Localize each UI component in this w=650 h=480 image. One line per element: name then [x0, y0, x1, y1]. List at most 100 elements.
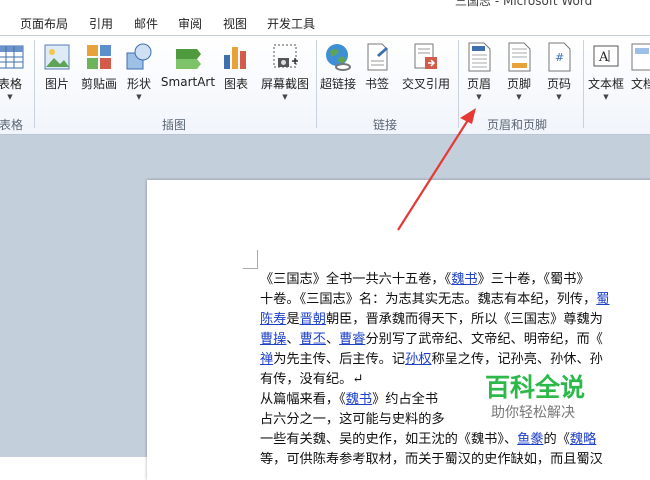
text-run: 、 — [325, 332, 340, 347]
smartart-button[interactable]: SmartArt — [159, 38, 217, 110]
hyperlink[interactable]: 魏略 — [570, 432, 596, 447]
hyperlink[interactable]: 禅 — [260, 352, 273, 367]
page-number-label: 页码 — [546, 77, 571, 91]
text-run: 有传，没有纪。↵ — [260, 372, 364, 387]
table-icon — [0, 45, 24, 69]
chevron-down-icon: ▼ — [282, 93, 288, 101]
group-label-tables: 表格 — [0, 118, 24, 132]
document-line: 十卷。《三国志》名：为志其实无志。魏志有本纪，列传，蜀 — [260, 290, 650, 310]
hyperlink[interactable]: 魏书 — [346, 392, 372, 407]
hyperlink[interactable]: 陈寿 — [260, 312, 286, 327]
text-run: 占六分之一，这可能与史料的多 — [260, 412, 445, 427]
crossref-button[interactable]: 交叉引用 — [398, 38, 454, 110]
textbox-button[interactable]: A 文本框 ▼ — [586, 38, 626, 110]
screenshot-icon — [273, 44, 298, 68]
text-run: 》三十卷，《蜀书》 — [477, 272, 590, 287]
hyperlink[interactable]: 鱼豢 — [517, 432, 543, 447]
text-run: 为先主传、后主传。记 — [273, 352, 406, 367]
hyperlink[interactable]: 曹操 — [260, 332, 286, 347]
watermark-logo: 百科全说 助你轻松解决 — [477, 368, 617, 426]
chevron-down-icon: ▼ — [7, 93, 13, 101]
chart-button[interactable]: 图表 — [220, 38, 252, 110]
screenshot-button[interactable]: 屏幕截图 ▼ — [256, 38, 314, 110]
menu-review[interactable]: 审阅 — [178, 15, 202, 32]
footer-button[interactable]: 页脚 ▼ — [502, 38, 536, 110]
chevron-down-icon: ▼ — [603, 93, 609, 101]
textbox-label: 文本框 — [587, 77, 624, 91]
hyperlink[interactable]: 魏书 — [451, 272, 477, 287]
crossref-label: 交叉引用 — [401, 77, 450, 91]
group-label-header-footer: 页眉和页脚 — [487, 118, 548, 132]
document-line: 一些有关魏、吴的史作，如王沈的《魏书》、鱼豢的《魏略 — [260, 430, 650, 450]
footer-icon — [508, 42, 531, 72]
chart-label: 图表 — [223, 77, 248, 91]
menu-view[interactable]: 视图 — [223, 15, 247, 32]
text-run: 从篇幅来看，《 — [260, 392, 346, 407]
document-line: 曹操、曹丕、曹睿分别写了武帝纪、文帝纪、明帝纪，而《 — [260, 330, 650, 350]
picture-label: 图片 — [44, 77, 69, 91]
smartart-label: SmartArt — [160, 75, 216, 89]
group-separator — [316, 40, 317, 128]
document-line: 《三国志》全书一共六十五卷，《魏书》三十卷，《蜀书》 — [260, 270, 650, 290]
header-label: 页眉 — [466, 77, 491, 91]
svg-text:#: # — [555, 51, 564, 64]
group-separator — [583, 40, 584, 128]
text-run: 的《 — [543, 432, 570, 447]
text-run: 等，可供陈寿参考取材，而关于蜀汉的史作缺如，而且蜀汉 — [260, 452, 603, 467]
menu-mailings[interactable]: 邮件 — [134, 15, 158, 32]
hyperlink[interactable]: 曹睿 — [339, 332, 365, 347]
group-label-links: 链接 — [373, 118, 398, 132]
shapes-button[interactable]: 形状 ▼ — [123, 38, 155, 110]
header-icon — [468, 42, 491, 72]
hyperlink[interactable]: 曹丕 — [300, 332, 326, 347]
text-run: 》约占全书 — [372, 392, 439, 407]
shapes-icon — [126, 43, 152, 70]
page-number-icon: # — [548, 42, 571, 72]
menu-bar: 页面布局 引用 邮件 审阅 视图 开发工具 — [0, 8, 650, 36]
header-button[interactable]: 页眉 ▼ — [462, 38, 496, 110]
clipart-label: 剪贴画 — [80, 77, 117, 91]
hyperlink[interactable]: 晋朝 — [300, 312, 326, 327]
menu-developer[interactable]: 开发工具 — [267, 15, 315, 32]
document-line: 陈寿是晋朝朝臣，晋承魏而得天下，所以《三国志》尊魏为 — [260, 310, 650, 330]
svg-text:A: A — [598, 50, 609, 65]
bookmark-button[interactable]: 书签 — [362, 38, 392, 110]
menu-references[interactable]: 引用 — [89, 15, 113, 32]
clipart-button[interactable]: 剪贴画 — [78, 38, 120, 110]
page-number-button[interactable]: # 页码 ▼ — [542, 38, 576, 110]
shapes-label: 形状 — [126, 77, 151, 91]
bookmark-icon — [367, 43, 388, 71]
chevron-down-icon: ▼ — [516, 93, 522, 101]
table-button[interactable]: 表格 ▼ — [0, 38, 28, 110]
group-separator — [458, 40, 459, 128]
hyperlink[interactable]: 蜀 — [596, 292, 609, 307]
group-label-illustrations: 插图 — [162, 118, 187, 132]
smartart-icon — [176, 49, 201, 69]
watermark-subtitle: 助你轻松解决 — [491, 405, 575, 421]
text-run: 《三国志》全书一共六十五卷，《 — [260, 272, 452, 287]
picture-button[interactable]: 图片 — [40, 38, 74, 110]
text-run: 十卷。《三国志》名：为志其实无志。魏志有本纪，列传， — [260, 292, 597, 307]
ribbon-insert: 表格 ▼ 图片 剪贴画 形状 ▼ SmartArt 图表 屏幕截图 ▼ 超链接 — [0, 36, 650, 135]
picture-icon — [44, 44, 70, 70]
chevron-down-icon: ▼ — [476, 93, 482, 101]
table-label: 表格 — [0, 77, 22, 91]
hyperlink[interactable]: 孙权 — [405, 352, 431, 367]
text-run: 分别写了武帝纪、文帝纪、明帝纪，而《 — [365, 332, 603, 347]
crossref-icon — [414, 43, 437, 69]
clipart-icon — [87, 45, 111, 69]
chevron-down-icon: ▼ — [136, 93, 142, 101]
chart-icon — [224, 47, 246, 69]
hyperlink-label: 超链接 — [319, 77, 356, 91]
document-parts-button[interactable]: 文档 — [628, 38, 650, 110]
watermark-title: 百科全说 — [485, 373, 586, 402]
menu-page-layout[interactable]: 页面布局 — [20, 15, 68, 32]
document-line: 禅为先主传、后主传。记孙权称呈之传，记孙亮、孙休、孙 — [260, 350, 650, 370]
document-page[interactable]: 《三国志》全书一共六十五卷，《魏书》三十卷，《蜀书》 十卷。《三国志》名：为志其实… — [147, 180, 650, 480]
margin-corner-mark — [243, 250, 258, 269]
text-run: 一些有关魏、吴的史作，如王沈的《魏书》、 — [260, 432, 518, 447]
textbox-icon: A — [593, 45, 619, 67]
title-bar: 三国志 - Microsoft Word — [0, 0, 650, 8]
text-run: 称呈之传，记孙亮、孙休、孙 — [431, 352, 603, 367]
hyperlink-button[interactable]: 超链接 — [318, 38, 358, 110]
